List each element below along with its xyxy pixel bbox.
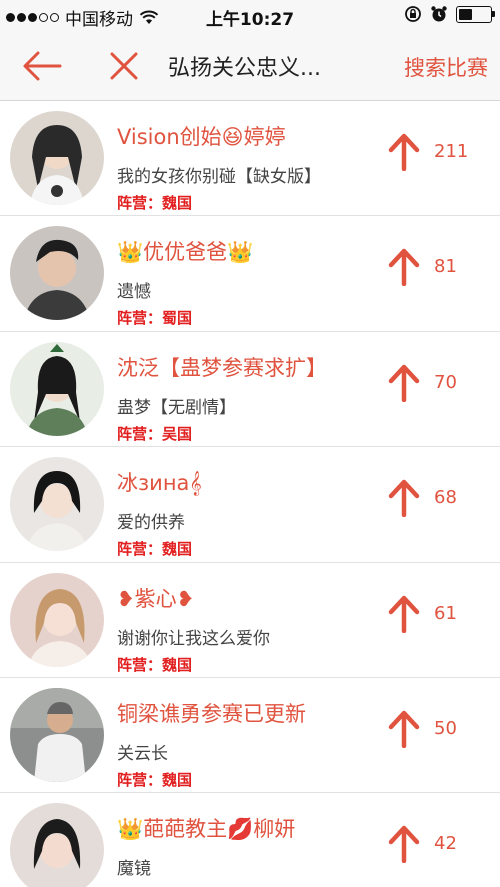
camp-name: 魏国 [162, 194, 193, 212]
nickname: Vision创始😆婷婷 [117, 125, 286, 149]
list-item[interactable]: 👑葩葩教主💋柳妍 魔镜 42 [0, 793, 500, 887]
camp-name: 魏国 [162, 655, 193, 674]
list-item[interactable]: 沈泛【蛊梦参赛求扩】 蛊梦【无剧情】 阵营：吴国 70 [0, 332, 500, 448]
list-item[interactable]: ❥紫心❥ 谢谢你让我这么爱你 阵营：魏国 61 [0, 563, 500, 678]
avatar [10, 457, 104, 552]
close-icon[interactable] [108, 49, 140, 83]
upvote-arrow-icon[interactable] [386, 593, 422, 633]
navigation-bar: 弘扬关公忠义... 搜索比赛 [0, 32, 500, 101]
camp-info: 阵营：魏国 [117, 769, 192, 790]
camp-info: 阵营：吴国 [117, 423, 192, 444]
upvote-arrow-icon[interactable] [386, 823, 422, 864]
vote-count: 211 [434, 141, 469, 162]
upvote-arrow-icon[interactable] [386, 131, 422, 171]
song-title: 蛊梦【无剧情】 [117, 397, 236, 418]
rotation-lock-icon [405, 6, 421, 22]
upvote-arrow-icon[interactable] [386, 246, 422, 287]
contestant-list: Vision创始😆婷婷 我的女孩你别碰【缺女版】 阵营：魏国 211 👑优优爸爸… [0, 101, 500, 887]
vote-count: 42 [434, 833, 457, 855]
battery-icon [456, 5, 495, 23]
list-item[interactable]: Vision创始😆婷婷 我的女孩你别碰【缺女版】 阵营：魏国 211 [0, 101, 500, 217]
nickname: 冰зина𝄞 [117, 471, 202, 496]
upvote-arrow-icon[interactable] [386, 477, 422, 518]
vote-count: 81 [434, 256, 457, 278]
avatar [10, 572, 104, 667]
vote-count: 70 [434, 371, 457, 393]
song-title: 爱的供养 [117, 513, 185, 534]
nickname: 👑优优爸爸👑 [117, 240, 254, 265]
camp-info: 阵营：蜀国 [117, 307, 192, 328]
vote-count: 68 [434, 487, 457, 509]
avatar [10, 226, 104, 321]
avatar [10, 341, 104, 436]
avatar [10, 687, 104, 782]
camp-label: 阵营： [117, 770, 163, 789]
vote-count: 61 [434, 602, 457, 624]
alarm-icon [431, 6, 447, 22]
nickname: 铜梁谯勇参赛已更新 [117, 701, 306, 726]
search-contest-button[interactable]: 搜索比赛 [404, 52, 488, 82]
song-title: 遗憾 [117, 282, 151, 303]
vote-count: 50 [434, 717, 457, 739]
upvote-arrow-icon[interactable] [386, 362, 422, 402]
camp-name: 魏国 [162, 770, 193, 789]
list-item[interactable]: 👑优优爸爸👑 遗憾 阵营：蜀国 81 [0, 216, 500, 332]
status-icons [404, 5, 495, 23]
avatar [10, 803, 104, 887]
song-title: 魔镜 [117, 859, 151, 880]
song-title: 我的女孩你别碰【缺女版】 [117, 167, 321, 187]
nickname: 👑葩葩教主💋柳妍 [117, 817, 296, 842]
camp-label: 阵营： [117, 655, 163, 674]
camp-label: 阵营： [117, 194, 163, 212]
camp-label: 阵营： [117, 309, 163, 328]
camp-info: 阵营：魏国 [117, 538, 192, 559]
camp-label: 阵营： [117, 540, 163, 559]
nickname: 沈泛【蛊梦参赛求扩】 [117, 355, 327, 380]
camp-name: 蜀国 [162, 309, 193, 328]
song-title: 谢谢你让我这么爱你 [117, 628, 270, 649]
status-bar: 中国移动 上午10:27 [0, 0, 500, 32]
camp-name: 魏国 [162, 540, 193, 559]
page-title: 弘扬关公忠义... [168, 56, 321, 81]
nickname: ❥紫心❥ [117, 586, 195, 611]
list-item[interactable]: 冰зина𝄞 爱的供养 阵营：魏国 68 [0, 447, 500, 563]
song-title: 关云长 [117, 743, 168, 764]
back-arrow-icon[interactable] [22, 48, 62, 84]
camp-info: 阵营：魏国 [117, 192, 192, 213]
upvote-arrow-icon[interactable] [386, 708, 422, 748]
avatar [10, 111, 104, 205]
camp-label: 阵营： [117, 424, 163, 443]
list-item[interactable]: 铜梁谯勇参赛已更新 关云长 阵营：魏国 50 [0, 678, 500, 794]
camp-name: 吴国 [162, 424, 193, 443]
camp-info: 阵营：魏国 [117, 654, 192, 675]
